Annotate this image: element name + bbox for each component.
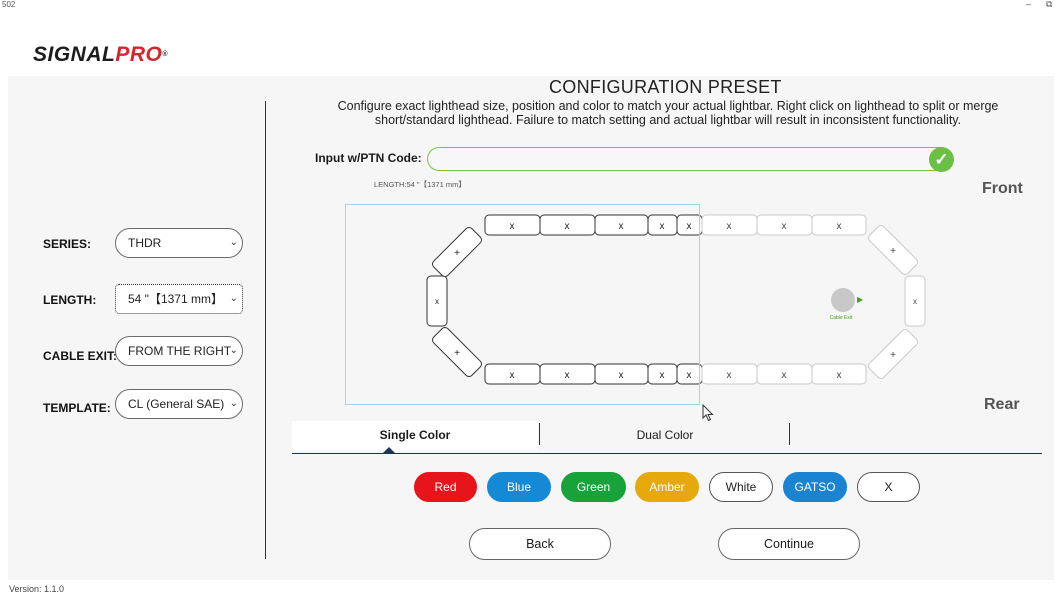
chevron-down-icon: ⌄ [229, 345, 238, 356]
color-green-button[interactable]: Green [561, 472, 626, 502]
length-label: LENGTH: [43, 293, 97, 307]
cable-exit-label: CABLE EXIT: [43, 349, 118, 363]
corner-mark: + [890, 246, 896, 257]
color-mode-tabs: Single Color Dual Color [292, 421, 1042, 453]
length-select[interactable]: 54 "【1371 mm】 ⌄ [115, 284, 243, 314]
mouse-cursor-icon [702, 404, 714, 422]
front-label: Front [982, 180, 1023, 197]
active-tab-indicator [383, 447, 395, 453]
color-green-label: Green [576, 480, 611, 494]
tab-separator [789, 423, 790, 445]
length-caption: LENGTH:54 "【1371 mm】 [374, 180, 466, 189]
ptn-code-label: Input w/PTN Code: [315, 151, 422, 165]
color-white-button[interactable]: White [709, 472, 773, 502]
logo-text-signal: SIGNAL [33, 43, 116, 66]
lighthead-front-7[interactable]: x [756, 214, 813, 236]
minimize-button[interactable]: – [1026, 0, 1031, 9]
restore-button[interactable]: ⧉ [1046, 0, 1052, 10]
lighthead-end-right[interactable]: x [904, 275, 926, 327]
window-titlebar: 502 – ⧉ [0, 0, 1062, 12]
cable-exit-value: FROM THE RIGHT [128, 344, 232, 358]
series-label: SERIES: [43, 237, 92, 251]
color-red-label: Red [434, 480, 457, 494]
signalpro-logo: SIGNALPRO® [33, 44, 168, 66]
lighthead-mark: x [727, 370, 732, 381]
instructions-text: Configure exact lighthead size, position… [337, 99, 999, 127]
template-label: TEMPLATE: [43, 401, 111, 415]
cable-exit-select[interactable]: FROM THE RIGHT ⌄ [115, 336, 243, 366]
cable-exit-text: Cable Exit [829, 315, 853, 321]
window-title: 502 [2, 0, 16, 9]
continue-button[interactable]: Continue [718, 528, 860, 560]
back-button[interactable]: Back [469, 528, 611, 560]
tab-underline [292, 453, 1042, 454]
color-blue-label: Blue [506, 480, 532, 494]
color-gatso-label: GATSO [794, 480, 836, 494]
lighthead-corner-rear-right[interactable]: + [867, 328, 919, 380]
play-arrow-icon: ▶ [857, 295, 864, 304]
lighthead-corner-front-right[interactable]: + [867, 224, 919, 276]
chevron-down-icon: ⌄ [229, 237, 238, 248]
lighthead-mark: x [782, 221, 787, 232]
color-gatso-button[interactable]: GATSO [783, 472, 847, 502]
logo-text-pro: PRO [115, 43, 163, 66]
color-blue-button[interactable]: Blue [487, 472, 551, 502]
chevron-down-icon: ⌄ [229, 398, 238, 409]
lighthead-rear-7[interactable]: x [756, 363, 813, 385]
lighthead-rear-8[interactable]: x [811, 363, 867, 385]
corner-mark: + [890, 350, 896, 361]
tab-dual-color[interactable]: Dual Color [542, 421, 788, 451]
color-clear-button[interactable]: X [857, 472, 920, 502]
lighthead-front-6[interactable]: x [701, 214, 758, 236]
check-icon[interactable]: ✓ [929, 147, 954, 172]
logo-registered-mark: ® [162, 51, 169, 58]
chevron-down-icon: ⌄ [229, 293, 238, 304]
cable-exit-dot [831, 288, 855, 312]
template-select[interactable]: CL (General SAE) ⌄ [115, 389, 243, 419]
lighthead-mark: x [837, 221, 842, 232]
color-white-label: White [725, 480, 757, 494]
lighthead-front-8[interactable]: x [811, 214, 867, 236]
color-amber-button[interactable]: Amber [635, 472, 699, 502]
series-select[interactable]: THDR ⌄ [115, 228, 243, 258]
lighthead-mark: x [837, 370, 842, 381]
ptn-code-input[interactable] [427, 147, 953, 171]
lighthead-mark: x [913, 297, 917, 306]
length-value: 54 "【1371 mm】 [128, 292, 223, 306]
cable-exit-marker: ▶ Cable Exit [830, 288, 863, 321]
tab-single-color[interactable]: Single Color [292, 421, 538, 451]
page-title: CONFIGURATION PRESET [549, 77, 782, 97]
lighthead-rear-6[interactable]: x [701, 363, 758, 385]
series-value: THDR [128, 236, 162, 250]
template-value: CL (General SAE) [128, 397, 225, 411]
sidebar-divider [265, 101, 266, 559]
selection-rectangle [345, 204, 700, 405]
tab-separator [539, 423, 540, 445]
color-amber-label: Amber [649, 480, 685, 494]
color-clear-label: X [884, 480, 893, 494]
version-text: Version: 1.1.0 [9, 584, 65, 594]
lighthead-mark: x [782, 370, 787, 381]
color-red-button[interactable]: Red [414, 472, 477, 502]
lighthead-mark: x [727, 221, 732, 232]
